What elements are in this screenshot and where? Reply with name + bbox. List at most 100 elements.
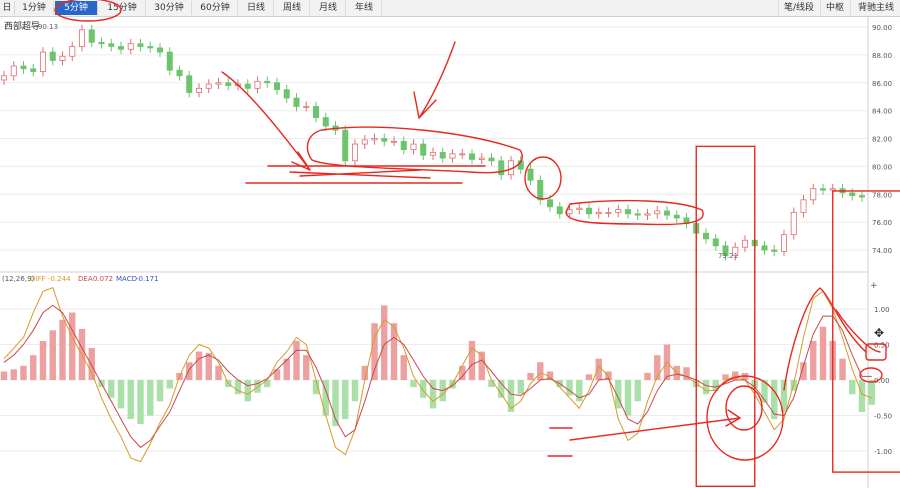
candle-body — [69, 46, 76, 57]
macd-y-tick: -1.00 — [874, 448, 892, 456]
price-y-tick: 88.00 — [872, 52, 892, 60]
macd-bar — [49, 330, 56, 380]
macd-y-tick: -0.50 — [874, 413, 892, 421]
candle-body — [829, 188, 836, 191]
macd-bar — [30, 355, 37, 380]
macd-bar — [127, 380, 134, 420]
candle-body — [400, 140, 407, 151]
candle-body — [537, 179, 544, 201]
macd-bars — [0, 305, 875, 427]
candle-body — [644, 213, 651, 216]
macd-header: (12,26,9) DIFF -0.244 DEA 0.072 MACD -0.… — [2, 275, 159, 283]
macd-bar — [410, 380, 417, 388]
macd-bar — [527, 372, 534, 380]
candle-body — [761, 245, 768, 251]
macd-bar — [59, 319, 66, 380]
macd-bar — [156, 380, 164, 402]
macd-bar — [585, 374, 593, 380]
candle-body — [147, 46, 154, 49]
move-cursor-icon: ✥ — [874, 326, 884, 340]
candle-body — [605, 211, 612, 214]
candle-body — [595, 211, 602, 215]
candle-body — [449, 153, 456, 159]
annotation-boxes — [695, 145, 900, 487]
macd-bar — [166, 380, 173, 389]
candle-body — [118, 46, 125, 50]
macd-bar — [644, 372, 651, 380]
candle-body — [195, 87, 202, 93]
candle-body — [293, 97, 300, 107]
macd-bar — [595, 358, 602, 380]
candle-body — [156, 47, 163, 53]
candle-body — [186, 75, 193, 93]
macd-bar — [10, 369, 17, 380]
candle-body — [322, 117, 329, 127]
macd-bar — [147, 380, 154, 416]
price-y-tick: 80.00 — [872, 163, 892, 171]
macd-bar — [624, 380, 632, 416]
candle-body — [303, 106, 310, 108]
annotation-box-1 — [695, 145, 756, 487]
macd-bar — [517, 380, 524, 395]
low-marker-label: 73.21 — [718, 252, 738, 260]
candle-body — [205, 83, 212, 89]
high-marker-label: 90.13 — [38, 23, 58, 31]
price-grid — [0, 26, 868, 251]
candle-body — [166, 51, 173, 71]
macd-bar — [849, 380, 856, 395]
candle-body — [625, 209, 632, 215]
candle-body — [108, 43, 115, 47]
macd-bar — [400, 355, 407, 380]
candle-body — [176, 69, 183, 77]
macd-y-tick: 0.50 — [874, 342, 890, 350]
candle-body — [49, 51, 56, 61]
macd-bar — [468, 340, 476, 380]
macd-bar — [810, 340, 817, 380]
macd-bar — [293, 340, 300, 380]
candle-body — [390, 140, 397, 143]
price-y-tick: 74.00 — [872, 247, 892, 255]
candle-body — [215, 82, 222, 85]
candle-body — [254, 80, 261, 89]
macd-bar — [69, 312, 76, 380]
macd-bar — [234, 380, 242, 395]
macd-bar — [371, 323, 378, 380]
stock-name-label: 西部超导 — [4, 20, 40, 32]
macd-bar — [20, 365, 27, 380]
diff-label: DIFF — [30, 275, 46, 283]
candle-body — [859, 195, 866, 198]
candle-body — [781, 234, 788, 252]
candle-body — [283, 89, 290, 99]
macd-bar — [420, 380, 427, 398]
candle-body — [478, 157, 485, 160]
candle-body — [498, 160, 505, 176]
macd-side-glyph[interactable]: + — [870, 281, 878, 291]
macd-bar — [702, 380, 710, 395]
candle-body — [820, 188, 827, 191]
candle-body — [703, 232, 710, 240]
price-y-tick: 78.00 — [872, 191, 892, 199]
candle-body — [673, 214, 680, 219]
macd-bar — [819, 326, 827, 380]
macd-bar — [0, 371, 8, 380]
price-y-tick: 86.00 — [872, 80, 892, 88]
dea-value: 0.072 — [93, 275, 113, 283]
diff-value: -0.244 — [48, 275, 71, 283]
macd-bar — [342, 380, 349, 420]
candle-body — [420, 143, 427, 156]
macd-bar — [498, 380, 505, 398]
price-y-tick: 76.00 — [872, 219, 892, 227]
candle-body — [576, 207, 583, 210]
candle-body — [88, 29, 95, 43]
candle-body — [468, 153, 475, 160]
candle-body — [342, 129, 349, 162]
candle-body — [40, 51, 47, 73]
price-y-tick: 90.00 — [872, 24, 892, 32]
candle-body — [127, 43, 134, 50]
macd-bar — [361, 365, 368, 380]
annotation-circle-active-tab — [54, 0, 122, 22]
candle-body — [351, 143, 358, 162]
candle-body — [439, 152, 446, 159]
candle-body — [810, 188, 817, 201]
candle-body — [712, 238, 719, 247]
